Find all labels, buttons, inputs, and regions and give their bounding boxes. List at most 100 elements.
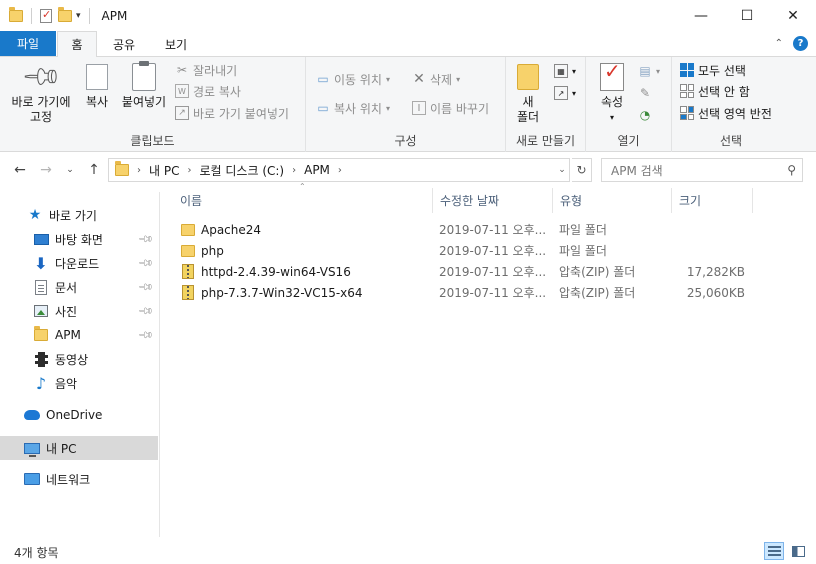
picture-icon <box>34 305 48 317</box>
pin-quick-access-button[interactable]: 📌︎ 바로 가기에 고정 <box>4 54 78 125</box>
paste-button[interactable]: 붙여넣기 <box>118 61 170 110</box>
search-input[interactable]: APM 검색 ⚲ <box>601 158 803 182</box>
paste-shortcut-button[interactable]: ↗ 바로 가기 붙여넣기 <box>175 104 289 122</box>
delete-button[interactable]: ✕ 삭제 ▾ <box>412 70 460 88</box>
minimize-button[interactable]: — <box>678 0 724 31</box>
breadcrumb-local-disk[interactable]: 로컬 디스크 (C:) <box>199 162 284 179</box>
table-row[interactable]: php-7.3.7-Win32-VC15-x64 2019-07-11 오후..… <box>173 282 753 303</box>
file-name: Apache24 <box>201 222 262 237</box>
properties-button[interactable]: 속성 ▾ <box>594 61 630 125</box>
open-icon: ▤ <box>639 64 651 78</box>
collapse-ribbon-icon[interactable]: ⌃ <box>775 38 783 49</box>
table-row[interactable]: Apache24 2019-07-11 오후... 파일 폴더 <box>173 219 753 240</box>
invert-selection-button[interactable]: 선택 영역 반전 <box>680 104 772 122</box>
zip-icon <box>182 285 194 300</box>
easy-access-icon: ↗ <box>554 86 568 100</box>
pin-quick-access-label: 바로 가기에 고정 <box>11 95 71 124</box>
window-title: APM <box>101 8 128 23</box>
nav-item-pictures[interactable]: 사진 📌︎ <box>0 299 158 323</box>
divider <box>88 7 90 24</box>
breadcrumb-apm[interactable]: APM <box>304 163 330 177</box>
computer-icon <box>24 442 40 457</box>
select-none-button[interactable]: 선택 안 함 <box>680 82 750 100</box>
nav-quick-access[interactable]: ★ 바로 가기 <box>0 203 158 227</box>
up-arrow-icon[interactable]: ↑ <box>84 158 104 182</box>
nav-this-pc[interactable]: 내 PC <box>0 436 158 460</box>
edit-pencil-icon: ✎ <box>639 86 651 100</box>
search-placeholder: APM 검색 <box>611 163 663 178</box>
nav-item-videos[interactable]: 동영상 <box>0 347 158 371</box>
folder-icon[interactable] <box>9 6 23 22</box>
column-header-name[interactable]: 이름 <box>173 188 433 213</box>
new-item-icon: ▦ <box>554 64 568 78</box>
table-row[interactable]: php 2019-07-11 오후... 파일 폴더 <box>173 240 753 261</box>
history-button[interactable]: ◔ <box>638 106 652 124</box>
nav-quick-access-label: 바로 가기 <box>49 208 97 223</box>
column-header-size[interactable]: 크기 <box>672 188 753 213</box>
pin-icon: 📌︎ <box>19 54 64 99</box>
file-type: 압축(ZIP) 폴더 <box>559 265 636 279</box>
breadcrumb-chevron-icon[interactable]: › <box>292 165 296 176</box>
refresh-icon[interactable]: ↻ <box>572 158 592 182</box>
nav-item-desktop[interactable]: 바탕 화면 📌︎ <box>0 227 158 251</box>
invert-selection-icon <box>680 106 694 120</box>
download-icon: ⬇ <box>34 253 48 273</box>
new-folder-button[interactable]: 새 폴더 <box>512 61 544 125</box>
forward-arrow-icon[interactable]: → <box>36 158 56 182</box>
recent-locations-chevron-icon[interactable]: ⌄ <box>60 158 80 182</box>
pin-icon: 📌︎ <box>137 302 155 320</box>
breadcrumb-chevron-icon[interactable]: › <box>187 165 191 176</box>
column-header-type[interactable]: 유형 <box>553 188 672 213</box>
back-arrow-icon[interactable]: ← <box>10 158 30 182</box>
file-name-cell: php-7.3.7-Win32-VC15-x64 <box>181 282 433 303</box>
cut-button[interactable]: ✂ 잘라내기 <box>175 61 237 79</box>
nav-item-documents[interactable]: 문서 📌︎ <box>0 275 158 299</box>
file-name: php <box>201 243 224 258</box>
nav-network[interactable]: 네트워크 <box>0 467 158 491</box>
file-name: php-7.3.7-Win32-VC15-x64 <box>201 285 363 300</box>
file-type: 파일 폴더 <box>559 223 607 237</box>
table-row[interactable]: httpd-2.4.39-win64-VS16 2019-07-11 오후...… <box>173 261 753 282</box>
properties-icon[interactable] <box>40 8 52 23</box>
details-view-button[interactable] <box>764 542 784 560</box>
scissors-icon: ✂ <box>176 63 188 77</box>
new-item-button[interactable]: ▦ ▾ <box>554 62 576 80</box>
copy-button[interactable]: 복사 <box>80 61 114 110</box>
breadcrumb-chevron-icon[interactable]: › <box>338 165 342 176</box>
large-icons-view-button[interactable] <box>788 542 808 560</box>
nav-onedrive[interactable]: OneDrive <box>0 403 158 427</box>
edit-button[interactable]: ✎ <box>638 84 652 102</box>
close-button[interactable]: ✕ <box>770 0 816 31</box>
file-date: 2019-07-11 오후... <box>439 265 547 279</box>
cloud-icon <box>24 410 40 420</box>
search-icon: ⚲ <box>787 163 796 177</box>
address-dropdown-chevron-icon[interactable]: ⌄ <box>553 158 571 182</box>
nav-item-apm[interactable]: APM 📌︎ <box>0 323 158 347</box>
new-folder-icon[interactable] <box>58 6 72 22</box>
move-to-button[interactable]: ▭ 이동 위치 ▾ <box>316 70 390 88</box>
help-icon[interactable]: ? <box>793 36 808 51</box>
tab-home[interactable]: 홈 <box>57 31 97 57</box>
nav-item-music[interactable]: ♪ 음악 <box>0 371 158 395</box>
customize-toolbar-chevron-icon[interactable]: ▾ <box>76 11 81 21</box>
tab-view[interactable]: 보기 <box>156 31 196 57</box>
tab-file[interactable]: 파일 <box>0 31 56 56</box>
delete-label: 삭제 <box>430 72 453 87</box>
open-button[interactable]: ▤ ▾ <box>638 62 660 80</box>
breadcrumb-this-pc[interactable]: 내 PC <box>149 162 179 179</box>
address-bar[interactable]: › 내 PC › 로컬 디스크 (C:) › APM › <box>108 158 570 182</box>
easy-access-button[interactable]: ↗ ▾ <box>554 84 576 102</box>
maximize-button[interactable]: ☐ <box>724 0 770 31</box>
select-all-icon <box>680 63 694 77</box>
star-icon: ★ <box>28 207 42 223</box>
breadcrumb-chevron-icon[interactable]: › <box>137 165 141 176</box>
copy-path-button[interactable]: W 경로 복사 <box>175 82 241 100</box>
select-all-button[interactable]: 모두 선택 <box>680 61 746 79</box>
properties-label: 속성 <box>600 95 624 109</box>
tab-share[interactable]: 공유 <box>104 31 144 57</box>
delete-chevron-icon: ▾ <box>456 74 461 84</box>
nav-item-downloads[interactable]: ⬇ 다운로드 📌︎ <box>0 251 158 275</box>
rename-button[interactable]: I 이름 바꾸기 <box>412 99 489 117</box>
column-header-date[interactable]: 수정한 날짜 <box>433 188 553 213</box>
copy-to-button[interactable]: ▭ 복사 위치 ▾ <box>316 99 390 117</box>
